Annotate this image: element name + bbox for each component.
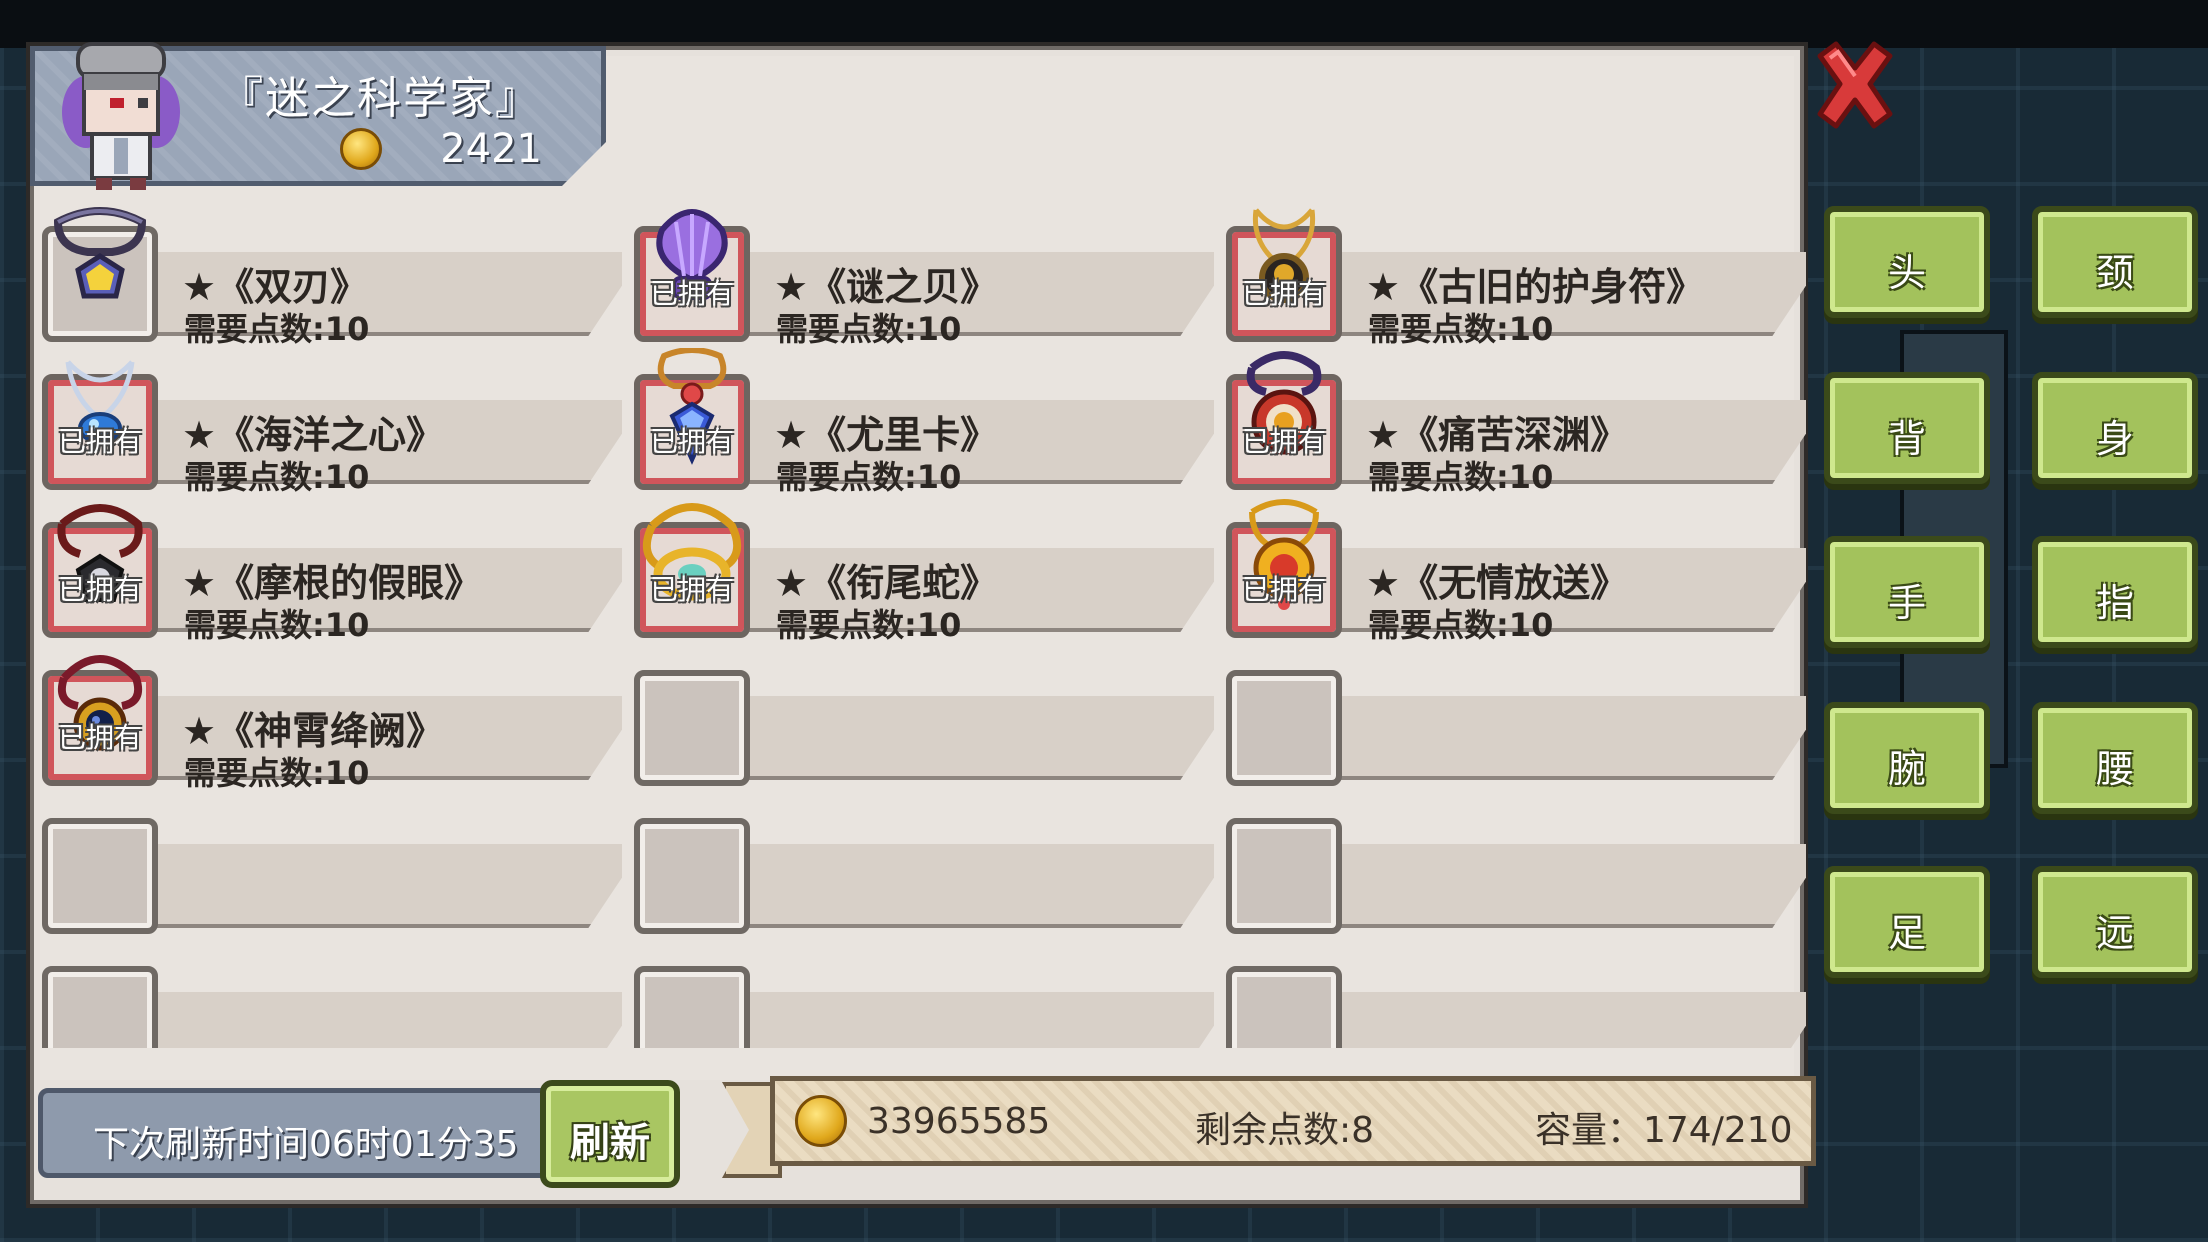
- item-frame: [42, 966, 158, 1048]
- item-slot[interactable]: 已拥有 ★《无情放送》 需要点数:10: [1216, 499, 1806, 644]
- category-label: 足: [1887, 911, 1926, 955]
- category-button-ranged[interactable]: 远: [2032, 866, 2198, 978]
- category-button-hand[interactable]: 手: [1824, 536, 1990, 648]
- owned-label: 已拥有: [57, 721, 142, 754]
- category-button-body[interactable]: 身: [2032, 372, 2198, 484]
- item-cost: 需要点数:10: [776, 310, 962, 348]
- item-cost: 需要点数:10: [1368, 458, 1554, 496]
- item-cost: 需要点数:10: [1368, 606, 1554, 644]
- empty-item-slot: [1216, 798, 1806, 934]
- category-label: 背: [1887, 417, 1926, 461]
- owned-label: 已拥有: [649, 425, 734, 458]
- category-button-waist[interactable]: 腰: [2032, 702, 2198, 814]
- category-label: 身: [2095, 417, 2134, 461]
- item-slot[interactable]: 已拥有 ★《尤里卡》 需要点数:10: [624, 348, 1214, 496]
- item-slot[interactable]: ★《双刃》 需要点数:10: [32, 206, 622, 348]
- category-label: 远: [2095, 911, 2134, 955]
- owned-label: 已拥有: [57, 425, 142, 458]
- item-slot[interactable]: 已拥有 ★《痛苦深渊》 需要点数:10: [1216, 351, 1806, 496]
- refresh-button-label: 刷新: [570, 1120, 650, 1166]
- item-frame: [634, 818, 750, 934]
- item-slot[interactable]: 已拥有 ★《神霄绛阙》 需要点数:10: [32, 650, 622, 792]
- category-button-back[interactable]: 背: [1824, 372, 1990, 484]
- category-label: 头: [1887, 251, 1926, 295]
- item-name: ★《衔尾蛇》: [774, 561, 999, 605]
- stats-ribbon: 33965585 剩余点数:8 容量：174/210: [770, 1076, 1816, 1166]
- item-cost: 需要点数:10: [184, 458, 370, 496]
- npc-name: 『迷之科学家』: [219, 73, 541, 124]
- item-cost: 需要点数:10: [776, 458, 962, 496]
- owned-label: 已拥有: [1241, 277, 1326, 310]
- gold-amount: 33965585: [867, 1101, 1051, 1142]
- item-frame: [1226, 670, 1342, 786]
- empty-item-slot: [624, 798, 1214, 934]
- empty-item-slot: [624, 946, 1214, 1048]
- category-button-finger[interactable]: 指: [2032, 536, 2198, 648]
- item-slot[interactable]: 已拥有 ★《摩根的假眼》 需要点数:10: [32, 502, 622, 644]
- empty-item-slot: [32, 946, 622, 1048]
- empty-item-slot: [32, 798, 622, 934]
- capacity: 容量：174/210: [1535, 1110, 1793, 1151]
- remaining-points: 剩余点数:8: [1195, 1110, 1375, 1151]
- item-name: ★《海洋之心》: [182, 413, 445, 457]
- amulet-yellow-gem-icon: [53, 207, 147, 299]
- empty-item-slot: [624, 650, 1214, 786]
- npc-header-corner: [560, 140, 608, 188]
- category-label: 手: [1887, 581, 1926, 625]
- item-name: ★《无情放送》: [1366, 561, 1629, 605]
- item-cost: 需要点数:10: [184, 754, 370, 792]
- item-frame: [634, 966, 750, 1048]
- item-slot[interactable]: 已拥有 ★《古旧的护身符》 需要点数:10: [1216, 206, 1806, 348]
- item-cost: 需要点数:10: [184, 606, 370, 644]
- item-cost: 需要点数:10: [184, 310, 370, 348]
- category-label: 腕: [1887, 747, 1926, 791]
- owned-label: 已拥有: [649, 277, 734, 310]
- item-cost: 需要点数:10: [776, 606, 962, 644]
- item-frame: [42, 818, 158, 934]
- item-slot[interactable]: 已拥有 ★《衔尾蛇》 需要点数:10: [624, 502, 1214, 644]
- category-button-wrist[interactable]: 腕: [1824, 702, 1990, 814]
- item-slot[interactable]: 已拥有 ★《谜之贝》 需要点数:10: [624, 206, 1214, 348]
- category-button-neck[interactable]: 颈: [2032, 206, 2198, 318]
- npc-scientist-avatar: [62, 42, 180, 190]
- item-frame: [1226, 818, 1342, 934]
- owned-label: 已拥有: [57, 573, 142, 606]
- owned-label: 已拥有: [1241, 425, 1326, 458]
- item-name: ★《尤里卡》: [774, 413, 999, 457]
- owned-label: 已拥有: [649, 573, 734, 606]
- category-label: 颈: [2095, 251, 2134, 295]
- owned-label: 已拥有: [1241, 573, 1326, 606]
- item-name: ★《双刃》: [182, 265, 369, 309]
- refresh-button[interactable]: 刷新: [540, 1080, 680, 1188]
- refresh-timer-text: 下次刷新时间06时01分35: [93, 1124, 519, 1165]
- item-name: ★《谜之贝》: [774, 265, 999, 309]
- item-frame: [1226, 966, 1342, 1048]
- item-name: ★《神霄绛阙》: [182, 709, 445, 753]
- refresh-timer-bar: 下次刷新时间06时01分35: [38, 1088, 578, 1178]
- item-name: ★《痛苦深渊》: [1366, 413, 1629, 457]
- npc-coin-icon: [340, 128, 382, 170]
- empty-item-slot: [1216, 650, 1806, 786]
- item-cost: 需要点数:10: [1368, 310, 1554, 348]
- item-slot[interactable]: 已拥有 ★《海洋之心》 需要点数:10: [32, 354, 622, 496]
- empty-item-slot: [1216, 946, 1806, 1048]
- gold-coin-icon: [795, 1095, 847, 1147]
- category-label: 指: [2095, 581, 2134, 625]
- item-name: ★《古旧的护身符》: [1366, 265, 1705, 309]
- category-button-head[interactable]: 头: [1824, 206, 1990, 318]
- npc-coins-value: 2421: [440, 126, 542, 172]
- category-button-foot[interactable]: 足: [1824, 866, 1990, 978]
- item-name: ★《摩根的假眼》: [182, 561, 483, 605]
- close-icon[interactable]: [1810, 38, 1900, 134]
- item-frame: [634, 670, 750, 786]
- category-label: 腰: [2095, 747, 2134, 791]
